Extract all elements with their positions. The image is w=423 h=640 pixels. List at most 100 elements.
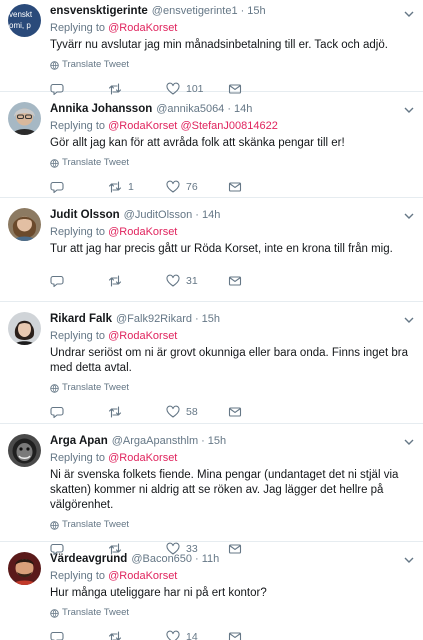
- globe-icon: [50, 60, 59, 70]
- globe-icon: [50, 383, 59, 393]
- mention-link[interactable]: @StefanJ00814622: [180, 120, 277, 132]
- translate-label: Translate Tweet: [62, 382, 130, 393]
- reply-button[interactable]: [50, 405, 108, 419]
- avatar[interactable]: [8, 312, 41, 345]
- user-handle[interactable]: @Falk92Rikard: [116, 312, 192, 326]
- reply-button[interactable]: [50, 274, 108, 288]
- like-button[interactable]: 76: [166, 180, 228, 194]
- display-name[interactable]: Arga Apan: [50, 434, 108, 448]
- timestamp[interactable]: 15h: [208, 434, 226, 448]
- like-count: 31: [186, 275, 198, 287]
- avatar[interactable]: [8, 102, 41, 135]
- direct-message-button[interactable]: [228, 405, 242, 419]
- translate-tweet[interactable]: Translate Tweet: [50, 607, 413, 619]
- direct-message-button[interactable]: [228, 274, 242, 288]
- tweet-actions: 58: [50, 404, 413, 420]
- user-handle[interactable]: @JuditOlsson: [124, 208, 193, 222]
- display-name[interactable]: Värdeavgrund: [50, 552, 127, 566]
- translate-tweet[interactable]: Translate Tweet: [50, 59, 413, 71]
- chevron-down-icon[interactable]: [403, 210, 415, 222]
- retweet-button[interactable]: [108, 405, 166, 419]
- mention-link[interactable]: @RodaKorset: [108, 570, 177, 582]
- retweet-button[interactable]: [108, 630, 166, 640]
- tweet[interactable]: Judit Olsson @JuditOlsson · 14h Replying…: [0, 198, 423, 302]
- mention-link[interactable]: @RodaKorset: [108, 22, 177, 34]
- globe-icon: [50, 608, 59, 618]
- envelope-icon: [228, 407, 242, 417]
- like-count: 58: [186, 406, 198, 418]
- replying-to: Replying to @RodaKorset: [50, 569, 413, 583]
- timestamp[interactable]: 14h: [202, 208, 220, 222]
- display-name[interactable]: ensvensktigerinte: [50, 4, 148, 18]
- replying-to-label: Replying to: [50, 22, 106, 34]
- like-button[interactable]: 14: [166, 630, 228, 640]
- timestamp[interactable]: 11h: [202, 552, 220, 566]
- avatar[interactable]: [8, 208, 41, 241]
- translate-label: Translate Tweet: [62, 519, 130, 530]
- avatar[interactable]: [8, 552, 41, 585]
- timestamp[interactable]: 15h: [247, 4, 265, 18]
- tweet-actions: 1 76: [50, 179, 413, 195]
- chevron-down-icon[interactable]: [403, 8, 415, 20]
- user-handle[interactable]: @ArgaApansthlm: [112, 434, 198, 448]
- reply-button[interactable]: [50, 630, 108, 640]
- chevron-down-icon[interactable]: [403, 436, 415, 448]
- translate-tweet[interactable]: Translate Tweet: [50, 382, 413, 394]
- tweet[interactable]: Värdeavgrund @Bacon650 · 11h Replying to…: [0, 542, 423, 640]
- avatar[interactable]: [8, 434, 41, 467]
- tweet[interactable]: Rikard Falk @Falk92Rikard · 15h Replying…: [0, 302, 423, 424]
- tweet-header: Annika Johansson @annika5064 · 14h: [50, 100, 413, 116]
- mention-link[interactable]: @RodaKorset: [108, 120, 177, 132]
- like-count: 76: [186, 181, 198, 193]
- translate-tweet[interactable]: Translate Tweet: [50, 519, 413, 531]
- replying-to-label: Replying to: [50, 120, 106, 132]
- chevron-down-icon[interactable]: [403, 104, 415, 116]
- like-count: 14: [186, 631, 198, 640]
- retweet-icon: [108, 406, 122, 418]
- replying-to: Replying to @RodaKorset: [50, 451, 413, 465]
- separator-dot: ·: [194, 313, 199, 325]
- replying-to-label: Replying to: [50, 452, 106, 464]
- mention-link[interactable]: @RodaKorset: [108, 330, 177, 342]
- like-button[interactable]: 31: [166, 274, 228, 288]
- reply-button[interactable]: [50, 180, 108, 194]
- tweet[interactable]: venskt omi, p ensvensktigerinte @ensveti…: [0, 0, 423, 96]
- tweet[interactable]: Annika Johansson @annika5064 · 14h Reply…: [0, 92, 423, 198]
- user-handle[interactable]: @annika5064: [156, 102, 224, 116]
- user-handle[interactable]: @ensvetigerinte1: [152, 4, 238, 18]
- separator-dot: ·: [227, 103, 231, 115]
- retweet-icon: [108, 181, 122, 193]
- tweet-text: Undrar seriöst om ni är grovt okunniga e…: [50, 347, 408, 374]
- globe-icon: [50, 520, 59, 530]
- retweet-button[interactable]: [108, 274, 166, 288]
- chevron-down-icon[interactable]: [403, 314, 415, 326]
- globe-icon: [50, 158, 59, 168]
- direct-message-button[interactable]: [228, 630, 242, 640]
- separator-dot: ·: [240, 5, 245, 17]
- display-name[interactable]: Annika Johansson: [50, 102, 152, 116]
- mention-link[interactable]: @RodaKorset: [108, 452, 177, 464]
- reply-icon: [50, 631, 64, 640]
- like-button[interactable]: 58: [166, 405, 228, 419]
- translate-tweet[interactable]: Translate Tweet: [50, 157, 413, 169]
- direct-message-button[interactable]: [228, 180, 242, 194]
- user-handle[interactable]: @Bacon650: [131, 552, 192, 566]
- heart-icon: [166, 274, 180, 287]
- tweet[interactable]: Arga Apan @ArgaApansthlm · 15h Replying …: [0, 424, 423, 556]
- replying-to: Replying to @RodaKorset: [50, 21, 413, 35]
- retweet-button[interactable]: 1: [108, 180, 166, 194]
- avatar[interactable]: venskt omi, p: [8, 4, 41, 37]
- tweet-text: Tyvärr nu avslutar jag min månadsinbetal…: [50, 39, 388, 51]
- display-name[interactable]: Judit Olsson: [50, 208, 120, 222]
- timestamp[interactable]: 15h: [202, 312, 220, 326]
- timestamp[interactable]: 14h: [234, 102, 252, 116]
- display-name[interactable]: Rikard Falk: [50, 312, 112, 326]
- chevron-down-icon[interactable]: [403, 554, 415, 566]
- svg-text:venskt: venskt: [9, 10, 33, 19]
- heart-icon: [166, 630, 180, 640]
- replying-to: Replying to @RodaKorset @StefanJ00814622: [50, 119, 413, 133]
- mention-link[interactable]: @RodaKorset: [108, 226, 177, 238]
- replying-to-label: Replying to: [50, 226, 106, 238]
- replying-to: Replying to @RodaKorset: [50, 329, 413, 343]
- reply-icon: [50, 275, 64, 288]
